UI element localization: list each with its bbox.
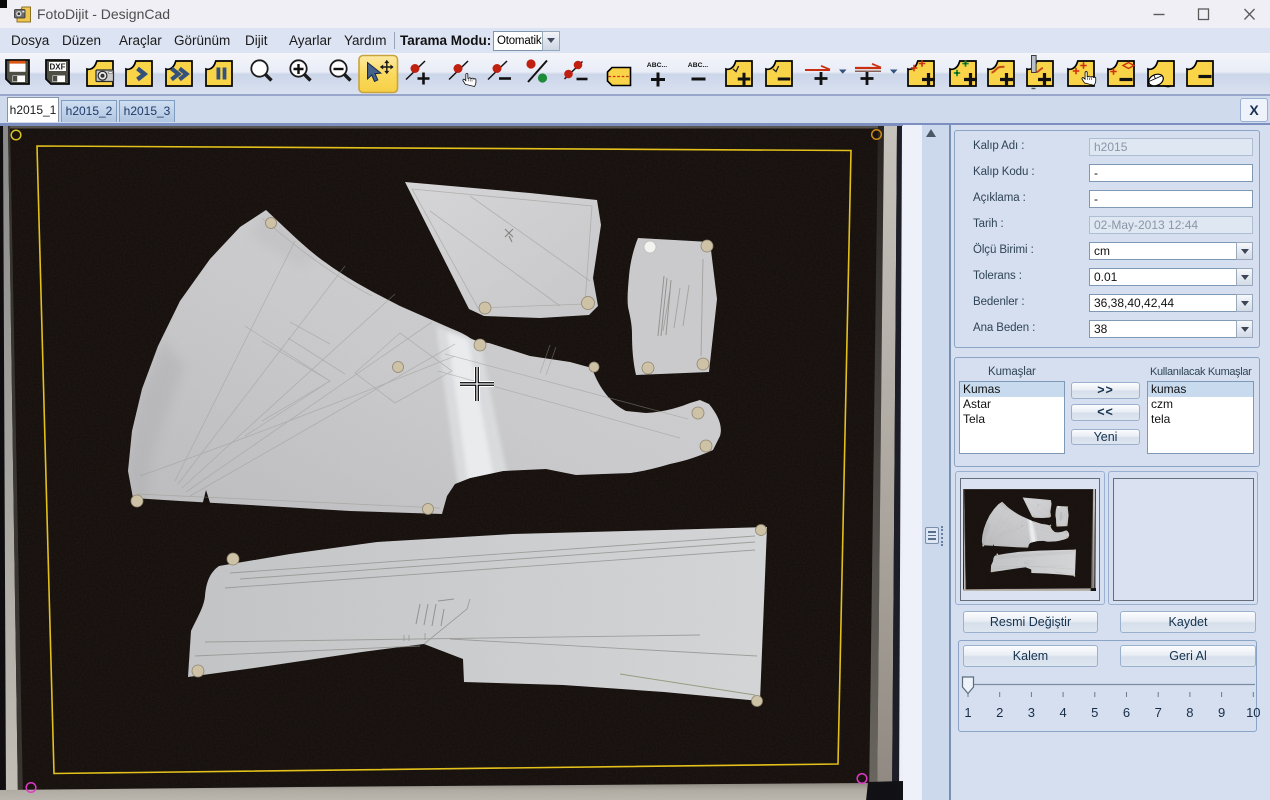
svg-text:ABC...: ABC... xyxy=(688,62,709,69)
svg-text:ABC...: ABC... xyxy=(647,62,668,69)
svg-text:7: 7 xyxy=(1155,705,1162,720)
svg-text:10: 10 xyxy=(1246,705,1260,720)
svg-text:9: 9 xyxy=(1218,705,1225,720)
svg-text:6: 6 xyxy=(1123,705,1130,720)
svg-text:3: 3 xyxy=(1028,705,1035,720)
svg-text:8: 8 xyxy=(1186,705,1193,720)
svg-text:DXF: DXF xyxy=(50,63,66,72)
svg-text:1: 1 xyxy=(964,705,971,720)
svg-text:4: 4 xyxy=(1059,705,1066,720)
svg-text:2: 2 xyxy=(996,705,1003,720)
svg-text:5: 5 xyxy=(1091,705,1098,720)
